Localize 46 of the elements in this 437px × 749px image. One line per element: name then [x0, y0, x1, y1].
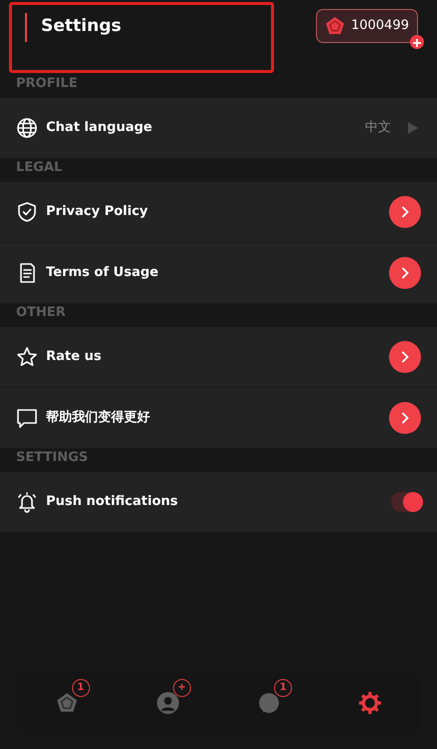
chat-bubble-icon	[258, 692, 280, 714]
chat-icon	[16, 407, 38, 429]
row-label: 帮助我们变得更好	[46, 408, 151, 428]
section-title: LEGAL	[15, 159, 64, 177]
gem-icon	[56, 692, 78, 714]
settings-row[interactable]: Privacy Policy	[0, 182, 437, 243]
chevron-icon	[400, 267, 410, 279]
chevron-button[interactable]	[389, 402, 421, 434]
notification-badge: 1	[274, 679, 292, 697]
section-title: OTHER	[15, 304, 67, 322]
page-title: Settings	[25, 13, 271, 42]
notification-badge: 1	[72, 679, 90, 697]
shield-check-icon	[16, 201, 38, 223]
row-label: Chat language	[46, 119, 154, 138]
row-label: Push notifications	[46, 493, 179, 512]
settings-row[interactable]: 帮助我们变得更好	[0, 388, 437, 449]
person-icon	[156, 692, 179, 714]
chevron-icon	[400, 351, 410, 363]
chevron-button[interactable]	[389, 257, 421, 289]
toggle-switch[interactable]	[391, 492, 423, 512]
globe-icon	[16, 117, 38, 139]
tab-button[interactable]: 1	[218, 671, 320, 735]
add-badge[interactable]	[410, 35, 424, 49]
language-value: 中文	[365, 119, 391, 138]
notification-badge: +	[172, 679, 191, 697]
star-icon	[16, 346, 38, 368]
settings-row[interactable]: Terms of Usage	[0, 243, 437, 304]
row-label: Terms of Usage	[46, 264, 160, 282]
section-title: SETTINGS	[15, 449, 90, 467]
chevron-icon	[400, 206, 410, 218]
section-title: PROFILE	[15, 75, 78, 93]
tab-button[interactable]: +	[117, 671, 218, 735]
coin-balance-button[interactable]: 1000499	[316, 9, 418, 43]
settings-row[interactable]: Rate us	[0, 327, 437, 388]
chevron-icon	[400, 412, 410, 424]
chevron-button[interactable]	[389, 196, 421, 228]
gem-icon	[325, 16, 346, 36]
settings-row[interactable]: Chat language 中文	[0, 98, 437, 159]
gear-icon	[359, 692, 382, 714]
row-label: Privacy Policy	[46, 203, 149, 222]
tab-button[interactable]: 1	[16, 671, 118, 735]
settings-row[interactable]: Push notifications	[0, 472, 437, 533]
play-arrow-icon	[407, 121, 419, 135]
chevron-button[interactable]	[389, 341, 421, 373]
bell-icon	[16, 491, 38, 513]
row-label: Rate us	[46, 348, 102, 366]
